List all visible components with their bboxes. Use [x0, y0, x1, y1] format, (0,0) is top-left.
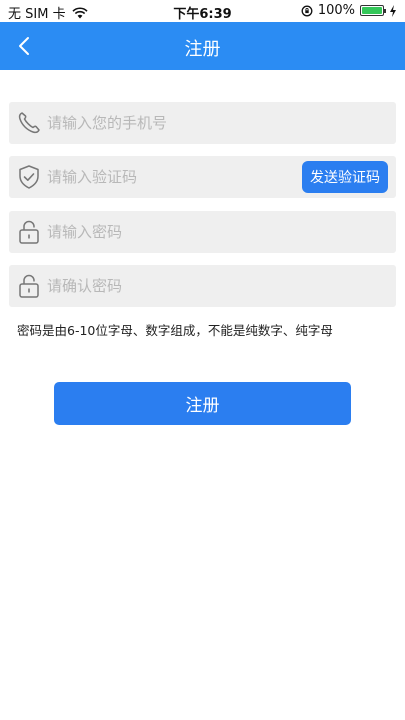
shield-check-icon [19, 165, 39, 189]
page-title: 注册 [184, 39, 221, 60]
navigation-bar: 注册 [0, 22, 405, 70]
phone-field [9, 102, 396, 144]
verification-code-field: 发送验证码 [9, 156, 396, 198]
battery-percent: 100% [317, 3, 355, 18]
confirm-password-field [9, 265, 396, 307]
password-hint: 密码是由6-10位字母、数字组成，不能是纯数字、纯字母 [17, 323, 333, 338]
status-right: 100% [301, 3, 397, 18]
battery-level [362, 7, 382, 14]
phone-icon [18, 112, 40, 134]
phone-input[interactable] [47, 102, 387, 144]
register-button[interactable]: 注册 [54, 382, 351, 425]
confirm-password-input[interactable] [47, 265, 387, 307]
verification-code-input[interactable] [47, 156, 292, 198]
lock-icon [19, 274, 39, 298]
password-field [9, 211, 396, 253]
charging-icon [390, 4, 396, 17]
send-code-button[interactable]: 发送验证码 [302, 161, 388, 193]
battery-icon [360, 5, 386, 16]
password-input[interactable] [47, 211, 387, 253]
orientation-lock-icon [301, 5, 313, 16]
status-bar: 无 SIM 卡 下午6:39 100% [0, 0, 405, 22]
lock-icon [19, 220, 39, 244]
